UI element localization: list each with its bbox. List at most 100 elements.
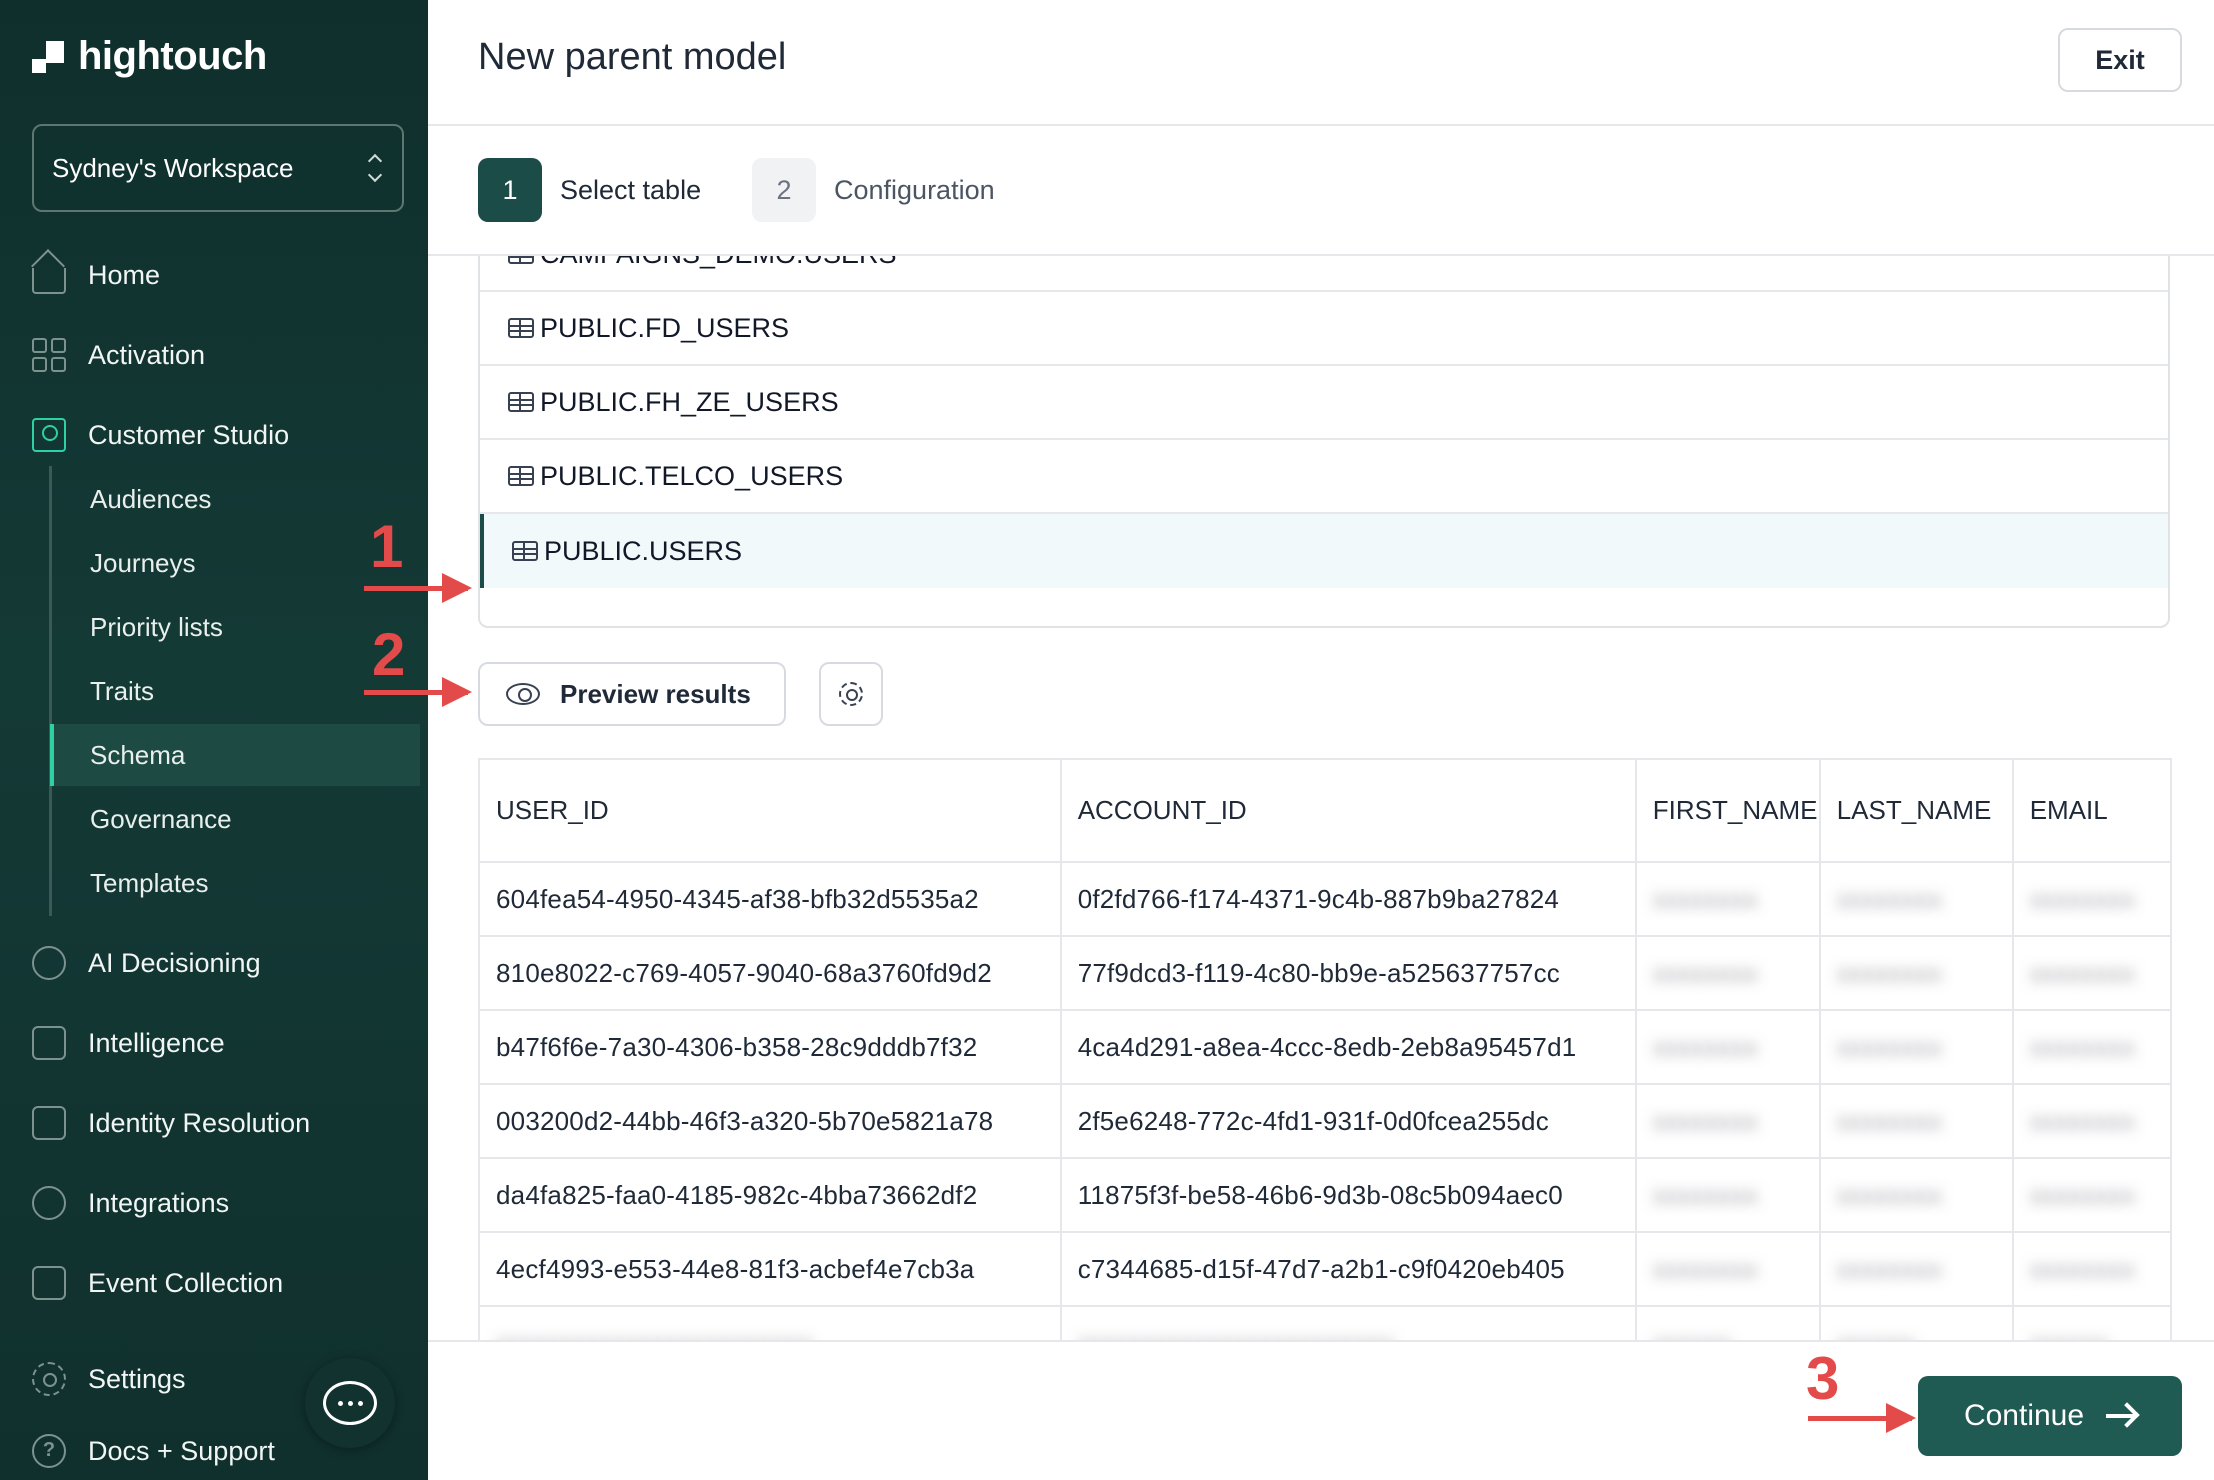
- workspace-name: Sydney's Workspace: [52, 152, 294, 183]
- cell-last-name-redacted: xxxxxxxx: [1819, 1010, 2014, 1085]
- table-icon: [512, 541, 538, 561]
- sub-item-governance[interactable]: Governance: [90, 794, 232, 844]
- sub-item-priority-lists[interactable]: Priority lists: [90, 602, 223, 652]
- sub-item-schema[interactable]: Schema: [90, 730, 185, 780]
- sidebar: hightouch Sydney's Workspace Home Activa…: [0, 0, 428, 1480]
- table-row: da4fa825-faa0-4185-982c-4bba73662df2 118…: [480, 1158, 2172, 1233]
- continue-button[interactable]: Continue: [1918, 1376, 2182, 1456]
- page-title: New parent model: [478, 36, 787, 78]
- table-row-partial: xxxxxxxxxxxxxxxxxxxxxxxx xxxxxxxxxxxxxxx…: [480, 1306, 2172, 1340]
- cell-first-name-redacted: xxxxxxxx: [1635, 862, 1821, 937]
- sub-item-journeys[interactable]: Journeys: [90, 538, 196, 588]
- cell-email-redacted: xxxxxxxx: [2012, 1010, 2172, 1085]
- preview-settings-button[interactable]: [819, 662, 883, 726]
- step-select-table[interactable]: 1 Select table: [478, 158, 701, 222]
- table-option-campaigns-demo-users[interactable]: CAMPAIGNS_DEMO.USERS: [480, 256, 2168, 292]
- nav-item-docs-support[interactable]: ? Docs + Support: [32, 1426, 275, 1476]
- nav-label: Event Collection: [88, 1267, 284, 1298]
- table-option-label: PUBLIC.FH_ZE_USERS: [540, 386, 839, 417]
- nav-item-activation[interactable]: Activation: [32, 330, 205, 380]
- event-collection-icon: [32, 1266, 66, 1300]
- nav-item-ai-decisioning[interactable]: AI Decisioning: [32, 938, 261, 988]
- table-header-row: USER_ID ACCOUNT_ID FIRST_NAME LAST_NAME …: [480, 760, 2172, 863]
- workspace-switcher[interactable]: Sydney's Workspace: [32, 124, 404, 212]
- arrow-right-icon: [2106, 1414, 2137, 1418]
- column-header-last-name: LAST_NAME: [1819, 760, 2014, 863]
- step-label: Configuration: [834, 174, 995, 205]
- nav-item-integrations[interactable]: Integrations: [32, 1178, 229, 1228]
- cell-first-name-redacted: xxxxxxxx: [1635, 1010, 1821, 1085]
- annotation-arrow-2: [364, 677, 472, 707]
- table-option-public-users[interactable]: PUBLIC.USERS: [480, 514, 2168, 588]
- customer-studio-icon: [32, 418, 66, 452]
- table-option-label: PUBLIC.USERS: [544, 535, 743, 566]
- nav-label: Activation: [88, 339, 206, 370]
- cell-first-name-redacted: xxxxxxxx: [1635, 1158, 1821, 1233]
- cell-email-redacted: xxxxxxxx: [2012, 1232, 2172, 1307]
- table-row: 604fea54-4950-4345-af38-bfb32d5535a2 0f2…: [480, 862, 2172, 937]
- cell-account-id: 4ca4d291-a8ea-4ccc-8edb-2eb8a95457d1: [1060, 1010, 1637, 1085]
- submenu-line: [49, 466, 52, 916]
- divider: [428, 124, 2214, 126]
- step-number: 1: [478, 158, 542, 222]
- cell-last-name-redacted: xxxxxxxx: [1819, 936, 2014, 1011]
- sub-item-templates[interactable]: Templates: [90, 858, 209, 908]
- cell-user-id-cut: xxxxxxxxxxxxxxxxxxxxxxxx: [480, 1306, 1062, 1340]
- cell-account-id: 2f5e6248-772c-4fd1-931f-0d0fcea255dc: [1060, 1084, 1637, 1159]
- cell-user-id: 604fea54-4950-4345-af38-bfb32d5535a2: [480, 862, 1062, 937]
- table-option-public-fd-users[interactable]: PUBLIC.FD_USERS: [480, 292, 2168, 366]
- nav-item-settings[interactable]: Settings: [32, 1354, 186, 1404]
- cell-last-name-redacted: xxxxxxxx: [1819, 862, 2014, 937]
- preview-results-button[interactable]: Preview results: [478, 662, 786, 726]
- nav-label: Integrations: [88, 1187, 230, 1218]
- annotation-number-3: 3: [1806, 1345, 1840, 1412]
- nav-item-home[interactable]: Home: [32, 250, 160, 300]
- nav-item-identity-resolution[interactable]: Identity Resolution: [32, 1098, 310, 1148]
- nav-item-event-collection[interactable]: Event Collection: [32, 1258, 283, 1308]
- column-header-user-id: USER_ID: [480, 760, 1062, 863]
- nav-label: Intelligence: [88, 1027, 225, 1058]
- cell-email-redacted: xxxxxxxx: [2012, 862, 2172, 937]
- cell-user-id: b47f6f6e-7a30-4306-b358-28c9dddb7f32: [480, 1010, 1062, 1085]
- nav-item-customer-studio[interactable]: Customer Studio: [32, 410, 289, 460]
- chat-support-button[interactable]: [305, 1358, 395, 1448]
- column-header-email: EMAIL: [2012, 760, 2172, 863]
- nav-label: Settings: [88, 1363, 186, 1394]
- table-option-public-fh-ze-users[interactable]: PUBLIC.FH_ZE_USERS: [480, 366, 2168, 440]
- cell-first-name-redacted: xxxxxxxx: [1635, 1084, 1821, 1159]
- cell-email-redacted: xxxxxxxx: [2012, 1084, 2172, 1159]
- exit-button[interactable]: Exit: [2058, 28, 2182, 92]
- table-option-label: PUBLIC.TELCO_USERS: [540, 460, 844, 491]
- main-content: New parent model Exit 1 Select table 2 C…: [428, 0, 2214, 1480]
- preview-results-table[interactable]: USER_ID ACCOUNT_ID FIRST_NAME LAST_NAME …: [478, 758, 2172, 1340]
- help-icon: ?: [32, 1434, 66, 1468]
- cell-user-id: 810e8022-c769-4057-9040-68a3760fd9d2: [480, 936, 1062, 1011]
- hightouch-logo[interactable]: hightouch: [32, 34, 267, 79]
- table-icon: [508, 318, 534, 338]
- home-icon: [32, 268, 66, 294]
- cell-email-redacted: xxxxxxxx: [2012, 936, 2172, 1011]
- cell-user-id: 003200d2-44bb-46f3-a320-5b70e5821a78: [480, 1084, 1062, 1159]
- annotation-arrow-1: [364, 573, 472, 603]
- step-label: Select table: [560, 174, 702, 205]
- sub-item-traits[interactable]: Traits: [90, 666, 154, 716]
- sub-item-audiences[interactable]: Audiences: [90, 474, 211, 524]
- cell-last-name-redacted: xxxxxxxx: [1819, 1158, 2014, 1233]
- footer-bar: Continue: [428, 1340, 2214, 1480]
- column-header-first-name: FIRST_NAME: [1635, 760, 1821, 863]
- table-option-public-telco-users[interactable]: PUBLIC.TELCO_USERS: [480, 440, 2168, 514]
- cell-email-redacted: xxxxxxxx: [2012, 1158, 2172, 1233]
- nav-item-intelligence[interactable]: Intelligence: [32, 1018, 225, 1068]
- cell-account-id-cut: xxxxxxxxxxxxxxxxxxxxxxxx: [1060, 1306, 1637, 1340]
- nav-label: Identity Resolution: [88, 1107, 311, 1138]
- eye-icon: [506, 683, 540, 705]
- logo-icon: [32, 40, 64, 73]
- cell-email-redacted: xxxxxx: [2012, 1306, 2172, 1340]
- cell-first-name-redacted: xxxxxxxx: [1635, 936, 1821, 1011]
- table-icon: [508, 392, 534, 412]
- cell-last-name-redacted: xxxxxxxx: [1819, 1232, 2014, 1307]
- cell-account-id: 77f9dcd3-f119-4c80-bb9e-a525637757cc: [1060, 936, 1637, 1011]
- cell-user-id: da4fa825-faa0-4185-982c-4bba73662df2: [480, 1158, 1062, 1233]
- step-configuration[interactable]: 2 Configuration: [752, 158, 995, 222]
- cell-account-id: c7344685-d15f-47d7-a2b1-c9f0420eb405: [1060, 1232, 1637, 1307]
